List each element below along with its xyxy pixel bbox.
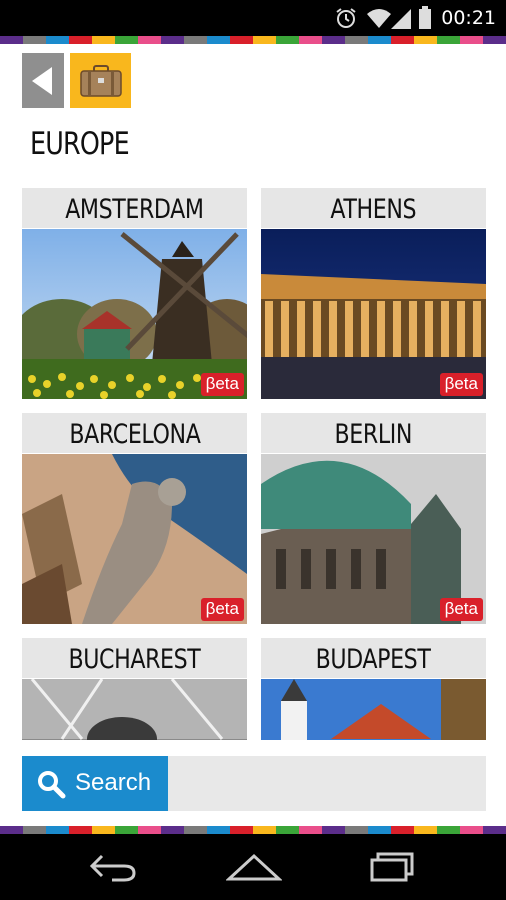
stripe-segment: [115, 36, 138, 44]
nav-recents-icon[interactable]: [368, 852, 416, 882]
stripe-segment: [23, 826, 46, 834]
stripe-segment: [460, 826, 483, 834]
stripe-segment: [138, 36, 161, 44]
stripe-segment: [483, 36, 506, 44]
suitcase-button[interactable]: [70, 53, 131, 108]
city-card-athens[interactable]: ATHENS βeta: [261, 188, 486, 399]
city-label: BERLIN: [261, 413, 486, 453]
beta-badge: βeta: [439, 373, 483, 396]
stripe-segment: [483, 826, 506, 834]
city-label: BUCHAREST: [22, 638, 247, 678]
stripe-segment: [299, 826, 322, 834]
nav-back-icon[interactable]: [88, 852, 138, 882]
nav-home-icon[interactable]: [226, 852, 282, 882]
back-button[interactable]: [22, 53, 64, 108]
stripe-segment: [299, 36, 322, 44]
city-card-berlin[interactable]: BERLIN βeta: [261, 413, 486, 624]
color-stripe-top: [0, 36, 506, 44]
stripe-segment: [69, 826, 92, 834]
back-arrow-icon: [32, 67, 52, 95]
wifi-icon: [367, 9, 391, 28]
stripe-segment: [46, 36, 69, 44]
city-card-amsterdam[interactable]: AMSTERDAM βeta: [22, 188, 247, 399]
stripe-segment: [253, 36, 276, 44]
stripe-segment: [460, 36, 483, 44]
stripe-segment: [414, 826, 437, 834]
stripe-segment: [322, 36, 345, 44]
stripe-segment: [115, 826, 138, 834]
stripe-segment: [92, 826, 115, 834]
city-photo-athens: βeta: [261, 229, 486, 399]
stripe-segment: [230, 36, 253, 44]
stripe-segment: [23, 36, 46, 44]
stripe-segment: [92, 36, 115, 44]
stripe-segment: [322, 826, 345, 834]
stripe-segment: [46, 826, 69, 834]
stripe-segment: [391, 36, 414, 44]
city-label: BARCELONA: [22, 413, 247, 453]
search-button[interactable]: Search: [22, 756, 168, 811]
stripe-segment: [161, 826, 184, 834]
stripe-segment: [345, 826, 368, 834]
stripe-segment: [0, 826, 23, 834]
stripe-segment: [276, 826, 299, 834]
city-card-bucharest[interactable]: BUCHAREST: [22, 638, 247, 740]
stripe-segment: [276, 36, 299, 44]
stripe-segment: [414, 36, 437, 44]
search-icon: [38, 771, 66, 799]
stripe-segment: [368, 826, 391, 834]
signal-icon: [391, 9, 411, 29]
top-bar: [0, 44, 506, 116]
stripe-segment: [230, 826, 253, 834]
city-card-barcelona[interactable]: BARCELONA βeta: [22, 413, 247, 624]
city-photo-berlin: βeta: [261, 454, 486, 624]
stripe-segment: [184, 36, 207, 44]
beta-badge: βeta: [439, 598, 483, 621]
stripe-segment: [69, 36, 92, 44]
city-label: AMSTERDAM: [22, 188, 247, 228]
stripe-segment: [161, 36, 184, 44]
status-time: 00:21: [441, 7, 496, 29]
city-label: BUDAPEST: [261, 638, 486, 678]
stripe-segment: [184, 826, 207, 834]
city-card-budapest[interactable]: BUDAPEST: [261, 638, 486, 740]
stripe-segment: [437, 826, 460, 834]
beta-badge: βeta: [200, 598, 244, 621]
stripe-segment: [253, 826, 276, 834]
search-label: Search: [75, 769, 152, 796]
stripe-segment: [391, 826, 414, 834]
suitcase-icon: [80, 65, 122, 97]
city-photo-bucharest: [22, 679, 247, 740]
stripe-segment: [345, 36, 368, 44]
city-label: ATHENS: [261, 188, 486, 228]
city-photo-amsterdam: βeta: [22, 229, 247, 399]
stripe-segment: [368, 36, 391, 44]
stripe-segment: [207, 36, 230, 44]
search-bar[interactable]: Search: [22, 756, 486, 811]
city-photo-barcelona: βeta: [22, 454, 247, 624]
city-grid: AMSTERDAM βeta ATHENS βeta BARCELONA βet…: [22, 188, 486, 740]
status-bar: 00:21: [0, 0, 506, 36]
stripe-segment: [138, 826, 161, 834]
stripe-segment: [437, 36, 460, 44]
beta-badge: βeta: [200, 373, 244, 396]
color-stripe-bottom: [0, 826, 506, 834]
battery-icon: [419, 6, 431, 29]
city-photo-budapest: [261, 679, 486, 740]
alarm-icon: [336, 8, 356, 28]
navigation-bar: [0, 834, 506, 900]
stripe-segment: [0, 36, 23, 44]
stripe-segment: [207, 826, 230, 834]
page-title: EUROPE: [30, 126, 130, 162]
